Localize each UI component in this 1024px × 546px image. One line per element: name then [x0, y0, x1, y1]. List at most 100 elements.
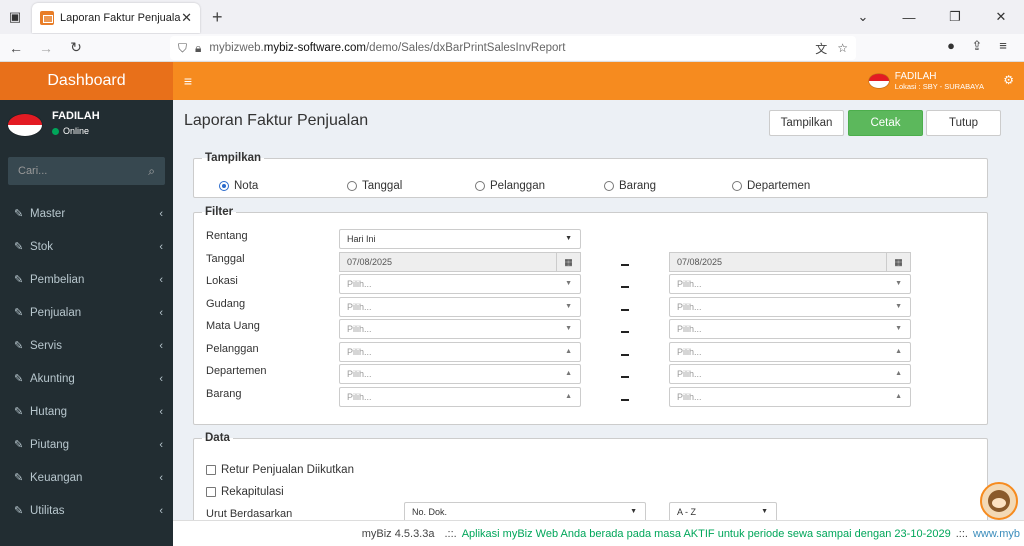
sidebar-item-hutang[interactable]: ✎ Hutang ‹	[0, 395, 173, 428]
sidebar-item-akunting[interactable]: ✎ Akunting ‹	[0, 362, 173, 395]
browser-tab[interactable]: Laporan Faktur Penjualan ✕	[32, 3, 200, 33]
topbar: ≡ FADILAH Lokasi : SBY - SURABAYA ⚙	[173, 62, 1024, 100]
cogs-icon[interactable]: ⚙	[1003, 73, 1014, 87]
sidebar-item-piutang[interactable]: ✎ Piutang ‹	[0, 428, 173, 461]
edit-icon: ✎	[14, 406, 24, 418]
share-icon[interactable]: ⇪	[964, 38, 990, 54]
pelanggan-to-select[interactable]: Pilih... ▲	[669, 342, 911, 362]
footer-version: myBiz 4.5.3.3a	[361, 527, 435, 540]
departemen-label: Departemen	[206, 365, 267, 377]
radio-barang[interactable]: Barang	[604, 180, 656, 192]
sidebar-item-pembelian[interactable]: ✎ Pembelian ‹	[0, 263, 173, 296]
caret-up-icon: ▲	[565, 393, 572, 400]
chevron-left-icon: ‹	[159, 306, 163, 319]
caret-down-icon: ▼	[565, 235, 572, 242]
radio-tanggal[interactable]: Tanggal	[347, 180, 402, 192]
restore-icon[interactable]: ❐	[932, 9, 978, 25]
edit-icon: ✎	[14, 307, 24, 319]
new-tab-icon[interactable]: +	[212, 7, 223, 28]
calendar-icon[interactable]: ▦	[556, 253, 580, 271]
departemen-from-select[interactable]: Pilih... ▲	[339, 364, 581, 384]
forward-icon[interactable]: →	[32, 40, 60, 56]
radio-pelanggan[interactable]: Pelanggan	[475, 180, 545, 192]
reload-icon[interactable]: ↻	[62, 39, 90, 56]
data-legend: Data	[205, 432, 230, 444]
footer: myBiz 4.5.3.3a .::. Aplikasi myBiz Web A…	[173, 520, 1024, 546]
caret-up-icon: ▲	[895, 370, 902, 377]
user-panel: FADILAH Online	[0, 100, 173, 154]
chevron-left-icon: ‹	[159, 372, 163, 385]
topbar-location: Lokasi : SBY - SURABAYA	[894, 82, 984, 91]
retur-checkbox[interactable]: Retur Penjualan Diikutkan	[206, 464, 354, 476]
tutup-button[interactable]: Tutup	[926, 110, 1001, 136]
url-text: mybizweb.mybiz-software.com/demo/Sales/d…	[209, 42, 566, 54]
window-close-icon[interactable]: ✕	[978, 9, 1024, 25]
hamburger-icon[interactable]: ≡	[173, 73, 203, 89]
footer-separator: .::.	[955, 527, 968, 540]
edit-icon: ✎	[14, 373, 24, 385]
sidebar-item-keuangan[interactable]: ✎ Keuangan ‹	[0, 461, 173, 494]
range-dash	[621, 354, 629, 356]
address-bar[interactable]: ⛉ 🔒︎ mybizweb.mybiz-software.com/demo/Sa…	[170, 36, 856, 60]
gudang-from-select[interactable]: Pilih... ▼	[339, 297, 581, 317]
tampilkan-button[interactable]: Tampilkan	[769, 110, 844, 136]
urut-select[interactable]: No. Dok. ▼	[404, 502, 646, 522]
lokasi-from-select[interactable]: Pilih... ▼	[339, 274, 581, 294]
mata-uang-to-select[interactable]: Pilih... ▼	[669, 319, 911, 339]
browser-nav-bar: ← → ↻ ⛉ 🔒︎ mybizweb.mybiz-software.com/d…	[0, 34, 1024, 62]
tab-list-icon[interactable]: ▣	[0, 0, 30, 34]
topbar-user[interactable]: FADILAH Lokasi : SBY - SURABAYA	[868, 71, 984, 91]
lokasi-to-select[interactable]: Pilih... ▼	[669, 274, 911, 294]
range-dash	[621, 331, 629, 333]
sidebar-item-servis[interactable]: ✎ Servis ‹	[0, 329, 173, 362]
barang-label: Barang	[206, 388, 242, 400]
edit-icon: ✎	[14, 439, 24, 451]
chevron-left-icon: ‹	[159, 504, 163, 517]
sidebar-item-stok[interactable]: ✎ Stok ‹	[0, 230, 173, 263]
calendar-icon[interactable]: ▦	[886, 253, 910, 271]
departemen-to-select[interactable]: Pilih... ▲	[669, 364, 911, 384]
rentang-select[interactable]: Hari Ini ▼	[339, 229, 581, 249]
chat-assistant-icon[interactable]	[980, 482, 1018, 520]
tanggal-from-input[interactable]: 07/08/2025 ▦	[339, 252, 581, 272]
pelanggan-from-select[interactable]: Pilih... ▲	[339, 342, 581, 362]
radio-nota[interactable]: Nota	[219, 180, 258, 192]
back-icon[interactable]: ←	[2, 40, 30, 56]
filter-fieldset: Filter Rentang Hari Ini ▼ Tanggal 07/08/2…	[193, 206, 988, 425]
tab-overflow-icon[interactable]: ⌄	[840, 9, 886, 25]
tampilkan-legend: Tampilkan	[205, 152, 262, 164]
browser-tab-bar: ▣ Laporan Faktur Penjualan ✕ + ⌄ — ❐ ✕	[0, 0, 1024, 34]
app: Dashboard FADILAH Online Cari... ⌕ ✎ Mast…	[0, 62, 1024, 546]
caret-up-icon: ▲	[565, 370, 572, 377]
translate-icon[interactable]: 文	[815, 40, 827, 57]
mata-uang-from-select[interactable]: Pilih... ▼	[339, 319, 581, 339]
bookmark-star-icon[interactable]: ☆	[837, 41, 848, 55]
close-tab-icon[interactable]: ✕	[181, 10, 192, 26]
brand-dashboard-link[interactable]: Dashboard	[0, 62, 173, 100]
order-select[interactable]: A - Z ▼	[669, 502, 777, 522]
radio-departemen[interactable]: Departemen	[732, 180, 810, 192]
cetak-button[interactable]: Cetak	[848, 110, 923, 136]
chevron-left-icon: ‹	[159, 273, 163, 286]
range-dash	[621, 376, 629, 378]
pelanggan-label: Pelanggan	[206, 343, 259, 355]
sidebar-item-master[interactable]: ✎ Master ‹	[0, 197, 173, 230]
search-icon[interactable]: ⌕	[148, 164, 155, 179]
rekap-checkbox[interactable]: Rekapitulasi	[206, 486, 284, 498]
tanggal-label: Tanggal	[206, 253, 245, 265]
account-icon[interactable]: ●	[938, 38, 964, 54]
footer-link[interactable]: www.myb	[973, 528, 1020, 540]
minimize-icon[interactable]: —	[886, 10, 932, 25]
lokasi-label: Lokasi	[206, 275, 238, 287]
sidebar-item-utilitas[interactable]: ✎ Utilitas ‹	[0, 494, 173, 527]
menu-icon[interactable]: ≡	[990, 38, 1016, 54]
sidebar-user-name: FADILAH	[52, 110, 100, 122]
caret-down-icon: ▼	[565, 303, 572, 310]
gudang-to-select[interactable]: Pilih... ▼	[669, 297, 911, 317]
sidebar-item-penjualan[interactable]: ✎ Penjualan ‹	[0, 296, 173, 329]
barang-from-select[interactable]: Pilih... ▲	[339, 387, 581, 407]
barang-to-select[interactable]: Pilih... ▲	[669, 387, 911, 407]
tanggal-to-input[interactable]: 07/08/2025 ▦	[669, 252, 911, 272]
sidebar-search-input[interactable]: Cari... ⌕	[8, 157, 165, 185]
lock-icon: 🔒︎	[195, 40, 202, 55]
